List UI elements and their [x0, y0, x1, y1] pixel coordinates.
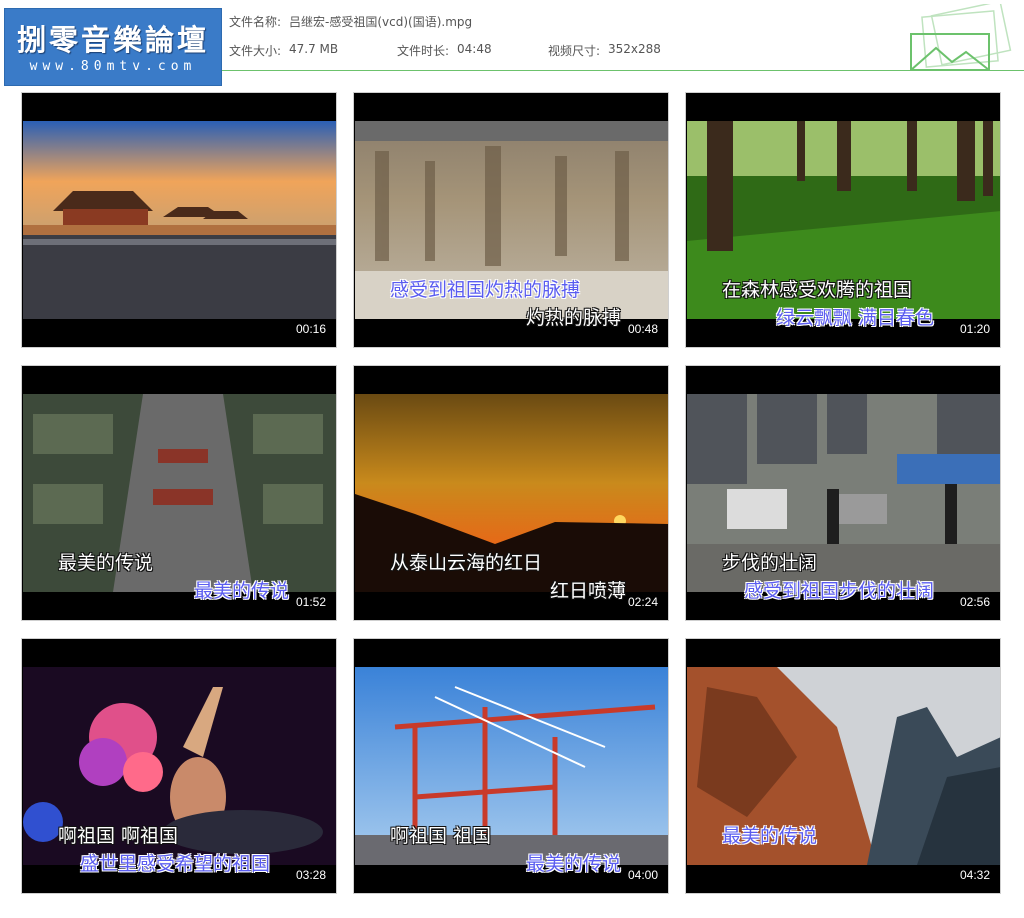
lyric-line-1: 感受到祖国灼热的脉搏 — [390, 279, 581, 301]
file-size-label: 文件大小: — [229, 44, 282, 58]
dimensions-value: 352x288 — [608, 42, 661, 56]
duration-label: 文件时长: — [397, 44, 450, 58]
lyric-line-1: 啊祖国 啊祖国 — [58, 825, 179, 847]
timestamp-label: 02:24 — [627, 595, 658, 609]
timestamp-label: 00:16 — [295, 322, 326, 336]
logo-title: 捌零音樂論壇 — [16, 23, 209, 57]
lyric-line-2: 最美的传说 — [526, 853, 622, 875]
video-thumbnail[interactable]: 啊祖国 啊祖国 盛世里感受希望的祖国 03:28 — [21, 638, 337, 894]
photo-stack-icon — [910, 4, 1012, 71]
timestamp-label: 04:00 — [627, 868, 658, 882]
video-thumbnail[interactable]: 啊祖国 祖国 最美的传说 04:00 — [353, 638, 669, 894]
lyric-line-1: 从泰山云海的红日 — [390, 552, 543, 574]
lyric-line-2: 最美的传说 — [194, 580, 290, 602]
dimensions-label: 视频尺寸: — [548, 44, 601, 58]
timestamp-label: 03:28 — [295, 868, 326, 882]
timestamp-label: 01:20 — [959, 322, 990, 336]
file-name-value: 吕继宏-感受祖国(vcd)(国语).mpg — [289, 15, 473, 29]
timestamp-label: 02:56 — [959, 595, 990, 609]
lyric-line-1: 步伐的壮阔 — [722, 552, 818, 574]
lyric-line-1: 在森林感受欢腾的祖国 — [722, 279, 913, 301]
video-thumbnail[interactable]: 从泰山云海的红日 红日喷薄 02:24 — [353, 365, 669, 621]
video-thumbnail[interactable]: 最美的传说 最美的传说 01:52 — [21, 365, 337, 621]
duration-value: 04:48 — [457, 42, 492, 56]
header-divider — [222, 70, 1024, 71]
lyric-line-1: 最美的传说 — [58, 552, 154, 574]
lyric-line-2: 红日喷薄 — [550, 580, 627, 602]
lyric-line-2: 灼热的脉搏 — [526, 307, 622, 329]
video-thumbnail[interactable]: 00:16 — [21, 92, 337, 348]
timestamp-label: 00:48 — [627, 322, 658, 336]
lyric-line-2: 感受到祖国步伐的壮阔 — [744, 580, 935, 602]
timestamp-label: 01:52 — [295, 595, 326, 609]
timestamp-label: 04:32 — [959, 868, 990, 882]
lyric-line-1: 最美的传说 — [722, 825, 818, 847]
video-thumbnail[interactable]: 感受到祖国灼热的脉搏 灼热的脉搏 00:48 — [353, 92, 669, 348]
video-thumbnail[interactable]: 在森林感受欢腾的祖国 绿云飘飘 满目春色 01:20 — [685, 92, 1001, 348]
video-thumbnail[interactable]: 最美的传说 04:32 — [685, 638, 1001, 894]
header: 捌零音樂論壇 www.80mtv.com 文件名称: 吕继宏-感受祖国(vcd)… — [0, 0, 1024, 88]
lyric-line-1: 啊祖国 祖国 — [390, 825, 492, 847]
lyric-line-2: 盛世里感受希望的祖国 — [80, 853, 271, 875]
file-size-value: 47.7 MB — [289, 42, 339, 56]
video-thumbnail[interactable]: 步伐的壮阔 感受到祖国步伐的壮阔 02:56 — [685, 365, 1001, 621]
forbidden-city-dusk-frame — [23, 121, 336, 319]
file-name-label: 文件名称: — [229, 15, 282, 29]
forum-logo: 捌零音樂論壇 www.80mtv.com — [4, 8, 222, 86]
lyric-line-2: 绿云飘飘 满目春色 — [776, 307, 935, 329]
logo-url: www.80mtv.com — [29, 59, 197, 74]
